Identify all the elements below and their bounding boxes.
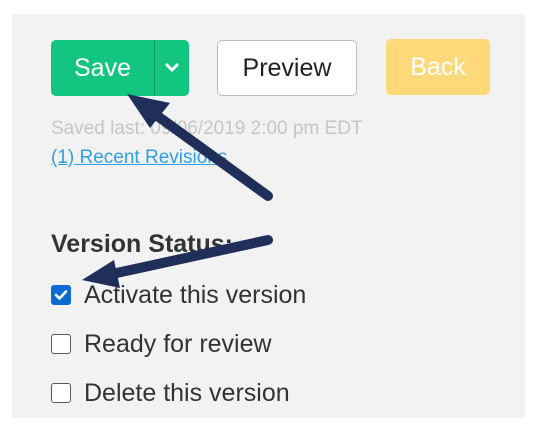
activate-version-checkbox[interactable] — [51, 285, 71, 305]
saved-last-timestamp: Saved last: 09/06/2019 2:00 pm EDT — [51, 118, 363, 139]
save-split-button: Save — [51, 40, 189, 96]
delete-version-option[interactable]: Delete this version — [51, 377, 290, 409]
ready-for-review-checkbox[interactable] — [51, 334, 71, 354]
ready-for-review-label: Ready for review — [84, 329, 272, 358]
recent-revisions-link[interactable]: (1) Recent Revisions — [51, 147, 227, 169]
back-button[interactable]: Back — [386, 39, 490, 95]
preview-button[interactable]: Preview — [217, 40, 357, 96]
save-button[interactable]: Save — [51, 40, 154, 96]
chevron-down-icon — [165, 63, 179, 72]
checkmark-icon — [54, 290, 68, 300]
delete-version-label: Delete this version — [84, 378, 290, 407]
delete-version-checkbox[interactable] — [51, 383, 71, 403]
activate-version-option[interactable]: Activate this version — [51, 279, 306, 311]
save-options-toggle[interactable] — [155, 40, 189, 96]
activate-version-label: Activate this version — [84, 280, 307, 309]
version-status-heading: Version Status: — [51, 230, 233, 258]
ready-for-review-option[interactable]: Ready for review — [51, 328, 272, 360]
